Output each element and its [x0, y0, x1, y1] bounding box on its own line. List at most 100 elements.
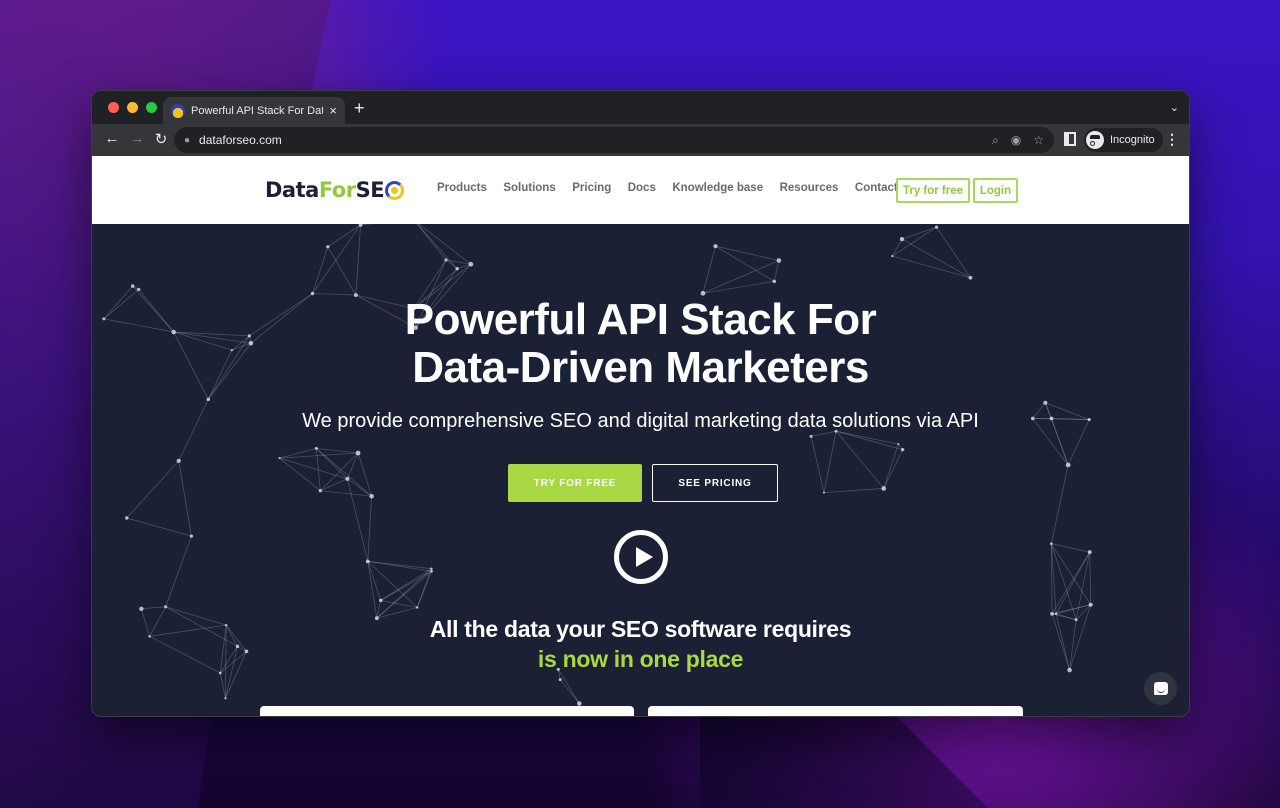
- dataforseo-favicon-icon: [171, 103, 185, 118]
- network-line: [357, 452, 373, 497]
- network-node: [415, 606, 419, 609]
- network-line: [901, 226, 937, 240]
- logo-text-data: Data: [265, 178, 319, 202]
- network-line: [416, 224, 447, 261]
- network-line: [823, 431, 837, 493]
- kebab-menu-icon[interactable]: ⋮: [1165, 131, 1179, 148]
- try-for-free-cta[interactable]: TRY FOR FREE: [508, 464, 642, 502]
- tab-search-chevron-icon[interactable]: ⌄: [1170, 101, 1179, 114]
- tagline-accent: is now in one place: [537, 646, 744, 672]
- network-node: [468, 261, 474, 267]
- network-line: [312, 246, 329, 294]
- network-line: [126, 460, 180, 519]
- nav-resources[interactable]: Resources: [780, 182, 839, 194]
- maximize-window-button[interactable]: [146, 102, 157, 113]
- see-pricing-cta[interactable]: SEE PRICING: [652, 464, 778, 502]
- incognito-label: Incognito: [1110, 134, 1155, 146]
- main-nav: Products Solutions Pricing Docs Knowledg…: [437, 182, 914, 194]
- network-node: [900, 447, 905, 452]
- nav-knowledge-base[interactable]: Knowledge base: [672, 182, 763, 194]
- network-line: [892, 255, 971, 279]
- network-node: [899, 236, 905, 242]
- network-line: [891, 238, 903, 257]
- nav-contact[interactable]: Contact: [855, 182, 898, 194]
- network-node: [176, 458, 181, 463]
- network-node: [455, 267, 459, 271]
- network-line: [347, 452, 359, 480]
- network-line: [380, 570, 432, 601]
- network-line: [835, 430, 903, 451]
- eye-off-icon[interactable]: ◉: [1011, 133, 1021, 147]
- network-line: [1051, 543, 1092, 605]
- zoom-icon[interactable]: ⌕: [992, 133, 999, 148]
- network-line: [810, 436, 825, 493]
- network-node: [318, 489, 322, 493]
- network-node: [1087, 550, 1092, 555]
- nav-docs[interactable]: Docs: [628, 182, 656, 194]
- minimize-window-button[interactable]: [127, 102, 138, 113]
- network-line: [279, 457, 321, 492]
- network-node: [130, 284, 135, 288]
- network-node: [345, 476, 350, 481]
- back-arrow-icon[interactable]: ←: [100, 130, 124, 147]
- network-line: [219, 672, 226, 699]
- network-node: [139, 606, 144, 611]
- network-line: [559, 679, 580, 704]
- network-line: [367, 560, 432, 572]
- close-window-button[interactable]: [108, 102, 119, 113]
- site-header: Data For SE Products Solutions Pricing D…: [92, 156, 1189, 224]
- dataforseo-logo[interactable]: Data For SE: [265, 178, 405, 202]
- network-line: [883, 449, 904, 489]
- forward-arrow-icon[interactable]: →: [125, 130, 149, 147]
- nav-pricing[interactable]: Pricing: [572, 182, 611, 194]
- login-button[interactable]: Login: [973, 178, 1018, 203]
- network-node: [1088, 602, 1093, 607]
- lock-icon[interactable]: ●: [184, 135, 190, 146]
- reload-icon[interactable]: ↻: [149, 130, 173, 148]
- network-node: [968, 275, 973, 280]
- network-line: [178, 460, 192, 537]
- try-for-free-button[interactable]: Try for free: [896, 178, 970, 203]
- feature-card[interactable]: [648, 706, 1023, 716]
- address-bar[interactable]: ● dataforseo.com ⌕ ◉ ☆: [174, 127, 1054, 153]
- network-line: [702, 246, 716, 294]
- network-node: [558, 678, 562, 682]
- url-text[interactable]: dataforseo.com: [199, 133, 980, 147]
- browser-toolbar: ← → ↻ ● dataforseo.com ⌕ ◉ ☆ Incognito ⋮: [92, 124, 1189, 156]
- network-node: [430, 567, 433, 570]
- tab-title: Powerful API Stack For Data-D: [191, 104, 324, 117]
- chat-widget-button[interactable]: [1144, 672, 1177, 705]
- network-node: [355, 450, 361, 456]
- network-line: [320, 478, 348, 492]
- hero-subtitle: We provide comprehensive SEO and digital…: [302, 410, 979, 432]
- nav-products[interactable]: Products: [437, 182, 487, 194]
- network-line: [823, 488, 884, 494]
- tab-bar: Powerful API Stack For Data-D × + ⌄: [92, 91, 1189, 124]
- close-tab-icon[interactable]: ×: [329, 103, 337, 118]
- network-node: [314, 446, 318, 450]
- new-tab-button[interactable]: +: [354, 98, 365, 118]
- network-node: [369, 494, 374, 499]
- network-node: [891, 254, 894, 258]
- network-line: [702, 280, 775, 294]
- logo-text-for: For: [318, 178, 356, 202]
- network-node: [713, 244, 718, 249]
- nav-solutions[interactable]: Solutions: [503, 182, 555, 194]
- browser-tab-active[interactable]: Powerful API Stack For Data-D ×: [163, 97, 345, 124]
- web-page: Data For SE Products Solutions Pricing D…: [92, 156, 1189, 716]
- play-video-icon[interactable]: [614, 530, 668, 584]
- network-node: [809, 434, 813, 438]
- incognito-profile-button[interactable]: Incognito: [1084, 128, 1163, 152]
- feature-card[interactable]: [260, 706, 634, 716]
- bookmark-star-icon[interactable]: ☆: [1033, 133, 1044, 147]
- network-node: [310, 291, 315, 296]
- network-node: [934, 225, 939, 229]
- network-line: [279, 452, 359, 459]
- tagline: All the data your SEO software requires: [429, 616, 852, 642]
- network-node: [137, 287, 141, 292]
- network-line: [1050, 464, 1069, 544]
- network-node: [365, 559, 370, 564]
- network-node: [430, 569, 433, 573]
- side-panel-icon[interactable]: [1064, 132, 1076, 146]
- network-line: [1051, 543, 1090, 553]
